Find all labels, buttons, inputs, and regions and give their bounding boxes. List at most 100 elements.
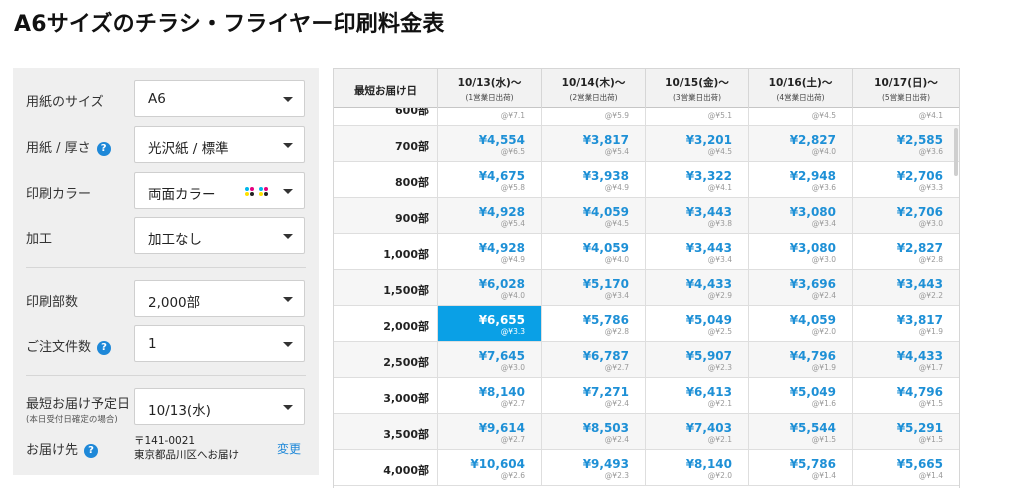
price-text: ¥8,140 <box>478 385 525 399</box>
quantity-value: 2,000部 <box>148 295 201 311</box>
price-cell[interactable]: ¥6,413 @¥2.1 <box>645 378 748 413</box>
price-cell[interactable]: ¥3,443 @¥2.2 <box>852 270 959 305</box>
price-cell[interactable]: ¥8,140 @¥2.0 <box>645 450 748 485</box>
price-cell[interactable]: ¥3,817 @¥5.4 <box>541 126 645 161</box>
price-cell[interactable]: ¥4,928 @¥4.9 <box>437 234 541 269</box>
price-cell[interactable]: ¥2,948 @¥3.6 <box>748 162 852 197</box>
price-cell[interactable]: ¥5,049 @¥2.5 <box>645 306 748 341</box>
unit-price-text: @¥3.6 <box>918 147 943 156</box>
price-cell[interactable]: ¥4,928 @¥5.4 <box>437 198 541 233</box>
price-cell[interactable]: ¥5,907 @¥2.3 <box>645 342 748 377</box>
price-cell[interactable]: ¥2,706 @¥3.0 <box>852 198 959 233</box>
price-cell[interactable]: ¥4,059 @¥4.0 <box>541 234 645 269</box>
order-count-select[interactable]: 1 <box>134 325 305 362</box>
price-cell[interactable]: ¥3,938 @¥4.9 <box>541 162 645 197</box>
price-text: ¥3,080 <box>789 241 836 255</box>
price-cell[interactable]: ¥6,787 @¥2.7 <box>541 342 645 377</box>
price-cell[interactable]: ¥7,403 @¥2.1 <box>645 414 748 449</box>
price-cell[interactable]: ¥3,080 @¥3.0 <box>748 234 852 269</box>
price-cell[interactable]: ¥3,817 @¥1.9 <box>852 306 959 341</box>
chevron-down-icon <box>283 234 293 239</box>
paper-size-value: A6 <box>148 91 166 107</box>
price-cell[interactable]: ¥3,201 @¥4.5 <box>645 126 748 161</box>
price-text: ¥4,433 <box>896 349 943 363</box>
unit-price-text: @¥2.2 <box>918 291 943 300</box>
table-scrollbar[interactable] <box>954 128 958 176</box>
price-cell[interactable]: ¥4,796 @¥1.5 <box>852 378 959 413</box>
chevron-down-icon <box>283 297 293 302</box>
price-cell[interactable]: ¥4,433 @¥1.7 <box>852 342 959 377</box>
price-text: ¥6,028 <box>478 277 525 291</box>
price-cell[interactable]: ¥6,655 @¥3.3 <box>437 306 541 341</box>
price-cell[interactable]: ¥5,170 @¥3.4 <box>541 270 645 305</box>
quantity-cell: 800部 <box>334 162 437 197</box>
unit-price-text: @¥2.0 <box>811 327 836 336</box>
table-row: 3,500部 ¥9,614 @¥2.7 ¥8,503 @¥2.4 ¥7,403 @¥2.1 ¥… <box>334 414 959 450</box>
quantity-select[interactable]: 2,000部 <box>134 280 305 317</box>
price-cell[interactable]: ¥5,786 @¥2.8 <box>541 306 645 341</box>
price-cell[interactable]: ¥3,696 @¥2.4 <box>748 270 852 305</box>
price-cell[interactable]: ¥4,059 @¥2.0 <box>748 306 852 341</box>
delivery-date-select[interactable]: 10/13(水) <box>134 388 305 425</box>
quantity-text: 700部 <box>395 140 429 153</box>
column-ship-days: (2営業日出荷) <box>569 93 618 102</box>
price-cell[interactable]: ¥5,665 @¥1.4 <box>852 450 959 485</box>
price-cell[interactable]: ¥3,080 @¥3.4 <box>748 198 852 233</box>
price-cell[interactable]: ¥4,675 @¥5.8 <box>437 162 541 197</box>
help-icon[interactable]: ? <box>97 341 112 355</box>
price-cell[interactable]: ¥9,614 @¥2.7 <box>437 414 541 449</box>
price-cell[interactable]: ¥4,433 @¥2.9 <box>645 270 748 305</box>
quantity-cell: 900部 <box>334 198 437 233</box>
quantity-text: 600部 <box>395 108 429 117</box>
price-cell[interactable]: ¥5,786 @¥1.4 <box>748 450 852 485</box>
delivery-date-row: 最短お届け予定日 (本日受付日確定の場合) 10/13(水) <box>13 388 319 426</box>
price-cell[interactable]: @¥5.1 <box>645 108 748 125</box>
price-cell[interactable]: @¥4.5 <box>748 108 852 125</box>
price-cell[interactable]: ¥7,645 @¥3.0 <box>437 342 541 377</box>
paper-thickness-select[interactable]: 光沢紙 / 標準 <box>134 126 305 163</box>
help-icon[interactable]: ? <box>84 444 99 458</box>
unit-price-text: @¥1.6 <box>811 399 836 408</box>
price-cell[interactable]: ¥4,554 @¥6.5 <box>437 126 541 161</box>
price-cell[interactable]: ¥5,049 @¥1.6 <box>748 378 852 413</box>
price-cell[interactable]: ¥3,443 @¥3.4 <box>645 234 748 269</box>
price-cell[interactable]: ¥7,271 @¥2.4 <box>541 378 645 413</box>
price-cell[interactable]: ¥2,827 @¥4.0 <box>748 126 852 161</box>
price-cell[interactable]: ¥4,059 @¥4.5 <box>541 198 645 233</box>
corner-header-text: 最短お届け日 <box>354 85 417 97</box>
price-cell[interactable]: ¥8,140 @¥2.7 <box>437 378 541 413</box>
price-text: ¥3,817 <box>582 133 629 147</box>
print-color-value: 両面カラー <box>148 187 216 203</box>
help-icon[interactable]: ? <box>96 142 111 156</box>
price-cell[interactable]: ¥8,503 @¥2.4 <box>541 414 645 449</box>
price-cell[interactable]: ¥2,706 @¥3.3 <box>852 162 959 197</box>
table-body[interactable]: 600部 @¥7.1 @¥5.9 @¥5.1 @¥4.5 @¥4.1 700部 ¥4,554 @… <box>334 108 959 488</box>
processing-select[interactable]: 加工なし <box>134 217 305 254</box>
price-cell[interactable]: ¥6,028 @¥4.0 <box>437 270 541 305</box>
column-header: 10/13(水)〜 (1営業日出荷) <box>437 69 541 108</box>
price-cell[interactable]: @¥4.1 <box>852 108 959 125</box>
price-cell[interactable]: ¥3,322 @¥4.1 <box>645 162 748 197</box>
price-text: ¥4,796 <box>789 349 836 363</box>
price-cell[interactable]: @¥5.9 <box>541 108 645 125</box>
price-text: ¥4,796 <box>896 385 943 399</box>
price-text: ¥5,786 <box>789 457 836 471</box>
paper-size-select[interactable]: A6 <box>134 80 305 117</box>
order-count-label: ご注文件数? <box>26 336 112 355</box>
change-destination-link[interactable]: 変更 <box>277 440 301 457</box>
price-cell[interactable]: ¥4,796 @¥1.9 <box>748 342 852 377</box>
price-cell[interactable]: @¥7.1 <box>437 108 541 125</box>
unit-price-text: @¥4.0 <box>811 147 836 156</box>
delivery-date-sublabel: (本日受付日確定の場合) <box>26 415 118 425</box>
price-cell[interactable]: ¥2,585 @¥3.6 <box>852 126 959 161</box>
price-cell[interactable]: ¥3,443 @¥3.8 <box>645 198 748 233</box>
price-cell[interactable]: ¥10,604 @¥2.6 <box>437 450 541 485</box>
chevron-down-icon <box>283 189 293 194</box>
price-cell[interactable]: ¥9,493 @¥2.3 <box>541 450 645 485</box>
print-color-select[interactable]: 両面カラー <box>134 172 305 209</box>
unit-price-text: @¥1.5 <box>918 399 943 408</box>
price-cell[interactable]: ¥5,544 @¥1.5 <box>748 414 852 449</box>
price-cell[interactable]: ¥5,291 @¥1.5 <box>852 414 959 449</box>
unit-price-text: @¥5.4 <box>500 219 525 228</box>
price-cell[interactable]: ¥2,827 @¥2.8 <box>852 234 959 269</box>
